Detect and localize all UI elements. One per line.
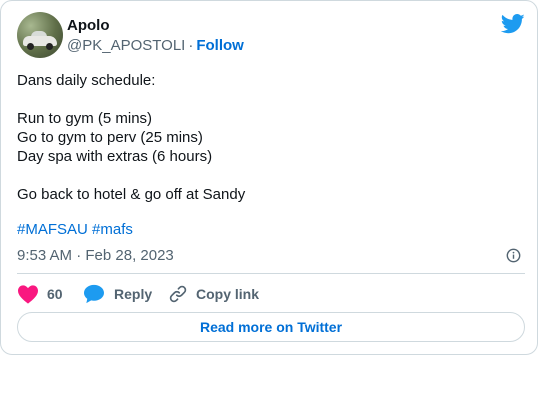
reply-button[interactable]: Reply (83, 284, 152, 304)
reply-label: Reply (114, 286, 153, 302)
author-name[interactable]: Apolo (67, 17, 110, 34)
info-icon[interactable] (506, 248, 521, 263)
tweet-line: Dans daily schedule: (17, 72, 156, 89)
like-button[interactable]: 60 (17, 284, 63, 304)
author-avatar[interactable] (17, 12, 63, 58)
author-handle-row: @PK_APOSTOLI · Follow (67, 37, 244, 54)
copy-link-label: Copy link (196, 286, 260, 302)
link-icon (169, 285, 187, 303)
read-more-button[interactable]: Read more on Twitter (17, 312, 525, 342)
line-break (17, 166, 517, 185)
tweet-line: Go back to hotel & go off at Sandy (17, 186, 246, 203)
heart-icon (18, 285, 38, 304)
tweet-line: Day spa with extras (6 hours) (17, 148, 213, 165)
tweet-card: Apolo @PK_APOSTOLI · Follow Dans daily sch… (0, 0, 538, 355)
tweet-line: Go to gym to perv (25 mins) (17, 129, 203, 146)
twitter-bird-icon[interactable] (501, 14, 525, 34)
divider (17, 273, 525, 274)
hashtag-row: #MAFSAU #mafs (17, 220, 133, 239)
tweet-line: Run to gym (5 mins) (17, 110, 153, 127)
speech-bubble-icon (84, 284, 104, 304)
follow-button[interactable]: Follow (196, 37, 244, 54)
separator-dot: · (188, 37, 194, 54)
like-count: 60 (47, 286, 63, 302)
line-break (17, 90, 517, 109)
copy-link-button[interactable]: Copy link (168, 284, 259, 304)
tweet-timestamp[interactable]: 9:53 AM · Feb 28, 2023 (17, 247, 174, 264)
hashtag-link[interactable]: #MAFSAU (17, 221, 88, 238)
hashtag-link[interactable]: #mafs (92, 221, 133, 238)
tweet-text: Dans daily schedule: Run to gym (5 mins)… (17, 71, 517, 204)
author-handle[interactable]: @PK_APOSTOLI (67, 37, 185, 54)
